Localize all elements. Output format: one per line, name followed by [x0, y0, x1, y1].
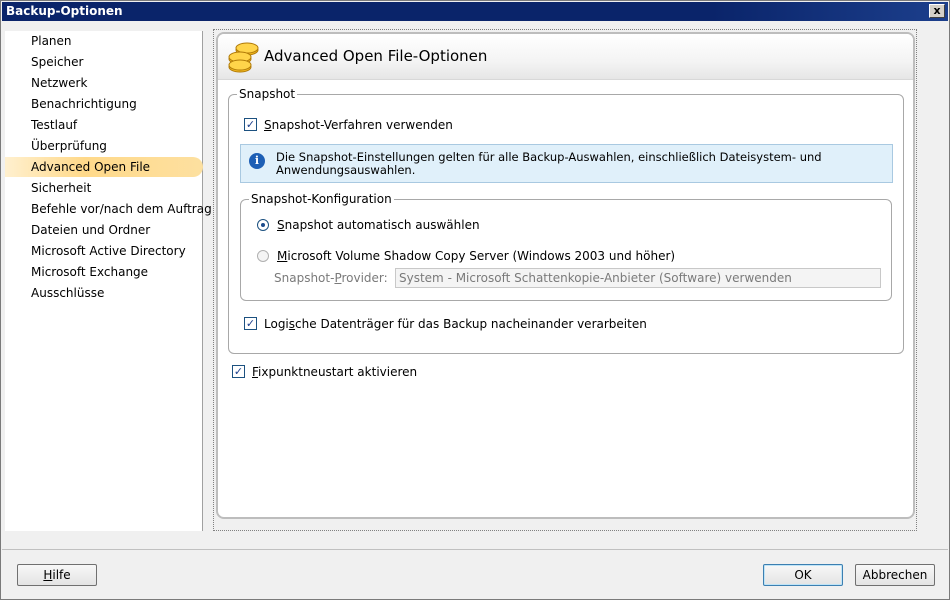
sidebar-item-befehle[interactable]: Befehle vor/nach dem Auftrag: [5, 199, 212, 219]
sidebar-item-active-directory[interactable]: Microsoft Active Directory: [5, 241, 203, 261]
sidebar-item-dateien-ordner[interactable]: Dateien und Ordner: [5, 220, 203, 240]
provider-select[interactable]: System - Microsoft Schattenkopie-Anbiete…: [395, 268, 881, 288]
options-sidebar: Planen Speicher Netzwerk Benachrichtigun…: [5, 31, 212, 531]
snapshot-groupbox: Snapshot ✓ Snapshot-Verfahren verwenden …: [228, 87, 904, 354]
sidebar-item-ausschluesse[interactable]: Ausschlüsse: [5, 283, 203, 303]
sidebar-item-testlauf[interactable]: Testlauf: [5, 115, 203, 135]
checkbox-box[interactable]: ✓: [244, 118, 257, 131]
sidebar-item-benachrichtigung[interactable]: Benachrichtigung: [5, 94, 203, 114]
page-title: Advanced Open File-Optionen: [264, 47, 488, 65]
snapshot-config-label: Snapshot-Konfiguration: [249, 192, 394, 206]
close-icon: x: [933, 4, 941, 17]
logical-drives-checkbox[interactable]: ✓ Logische Datenträger für das Backup na…: [244, 316, 744, 332]
coins-icon: [228, 42, 259, 73]
title-bar: Backup-Optionen x: [2, 2, 948, 21]
vss-radio[interactable]: Microsoft Volume Shadow Copy Server (Win…: [257, 248, 757, 264]
radio-button[interactable]: [257, 219, 269, 231]
info-text: Die Snapshot-Einstellungen gelten für al…: [276, 150, 822, 177]
checkbox-box[interactable]: ✓: [232, 365, 245, 378]
panel-header: Advanced Open File-Optionen: [218, 34, 913, 80]
checkbox-box[interactable]: ✓: [244, 317, 257, 330]
checkpoint-restart-checkbox[interactable]: ✓ Fixpunktneustart aktivieren: [232, 364, 532, 380]
options-panel: Advanced Open File-Optionen Snapshot ✓ S…: [216, 32, 915, 519]
snapshot-config-groupbox: Snapshot-Konfiguration Snapshot automati…: [240, 192, 892, 301]
vss-label: Microsoft Volume Shadow Copy Server (Win…: [277, 249, 676, 263]
sidebar-item-ueberpruefung[interactable]: Überprüfung: [5, 136, 203, 156]
radio-button[interactable]: [257, 250, 269, 262]
sidebar-item-netzwerk[interactable]: Netzwerk: [5, 73, 203, 93]
backup-options-dialog: Backup-Optionen x Planen Speicher Netzwe…: [0, 0, 950, 600]
ok-button[interactable]: OK: [763, 564, 843, 586]
checkpoint-restart-label: Fixpunktneustart aktivieren: [252, 365, 418, 379]
info-icon: i: [249, 153, 265, 169]
footer-separator: [2, 549, 948, 550]
sidebar-item-sicherheit[interactable]: Sicherheit: [5, 178, 203, 198]
snapshot-group-label: Snapshot: [237, 87, 298, 101]
auto-select-radio[interactable]: Snapshot automatisch auswählen: [257, 217, 557, 233]
help-button[interactable]: Hilfe: [17, 564, 97, 586]
window-title: Backup-Optionen: [6, 4, 123, 18]
use-snapshot-checkbox[interactable]: ✓ Snapshot-Verfahren verwenden: [244, 117, 544, 133]
sidebar-item-speicher[interactable]: Speicher: [5, 52, 203, 72]
sidebar-item-planen[interactable]: Planen: [5, 31, 203, 51]
logical-drives-label: Logische Datenträger für das Backup nach…: [264, 317, 647, 331]
snapshot-info-box: i Die Snapshot-Einstellungen gelten für …: [240, 144, 893, 183]
sidebar-item-exchange[interactable]: Microsoft Exchange: [5, 262, 203, 282]
auto-select-label: Snapshot automatisch auswählen: [277, 218, 480, 232]
sidebar-item-advanced-open-file[interactable]: Advanced Open File: [5, 157, 203, 177]
use-snapshot-label: Snapshot-Verfahren verwenden: [264, 118, 453, 132]
cancel-button[interactable]: Abbrechen: [855, 564, 935, 586]
close-button[interactable]: x: [929, 4, 945, 18]
provider-label: Snapshot-Provider:: [274, 271, 388, 285]
